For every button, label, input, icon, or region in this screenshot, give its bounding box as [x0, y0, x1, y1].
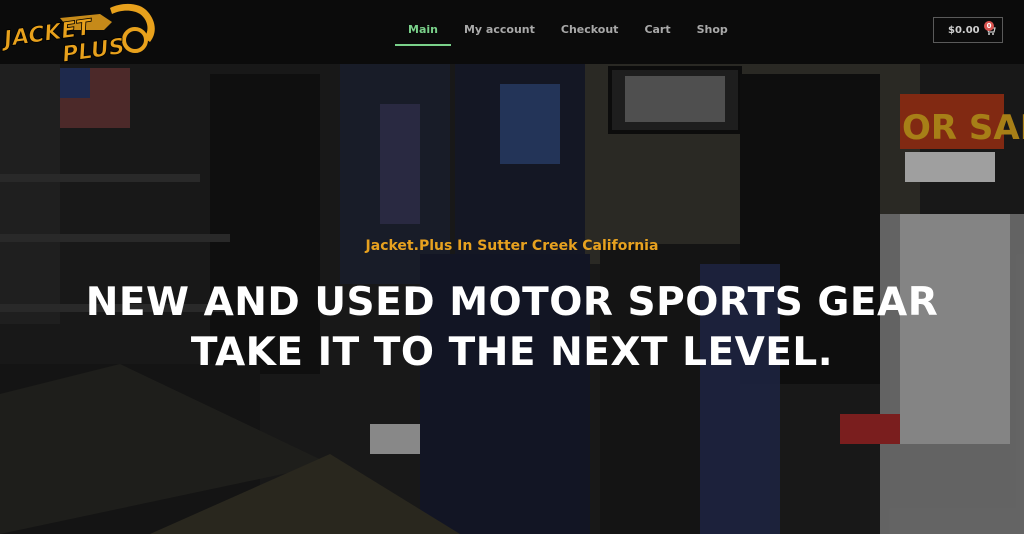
hero-title-line-2: TAKE IT TO THE NEXT LEVEL. — [190, 330, 834, 375]
hero-section: OR SALE Jacket.Plus In Sutter Creek Cali… — [0, 64, 1024, 534]
main-nav: Main My account Checkout Cart Shop — [395, 0, 741, 64]
cart-button[interactable]: $0.00 0 — [933, 17, 1003, 43]
nav-cart[interactable]: Cart — [631, 0, 683, 64]
nav-my-account[interactable]: My account — [451, 0, 548, 64]
hero-title: NEW AND USED MOTOR SPORTS GEAR TAKE IT T… — [0, 278, 1024, 378]
nav-checkout[interactable]: Checkout — [548, 0, 632, 64]
jacket-plus-logo[interactable]: JACKET PLUS — [0, 0, 165, 62]
site-header: JACKET PLUS Main My account Checkout Car… — [0, 0, 1024, 64]
cart-count-badge: 0 — [984, 21, 994, 31]
cart-total: $0.00 — [948, 24, 980, 36]
hero-subtitle: Jacket.Plus In Sutter Creek California — [365, 238, 659, 254]
hero-title-line-1: NEW AND USED MOTOR SPORTS GEAR — [85, 280, 939, 325]
nav-shop[interactable]: Shop — [684, 0, 741, 64]
nav-main[interactable]: Main — [395, 0, 451, 64]
